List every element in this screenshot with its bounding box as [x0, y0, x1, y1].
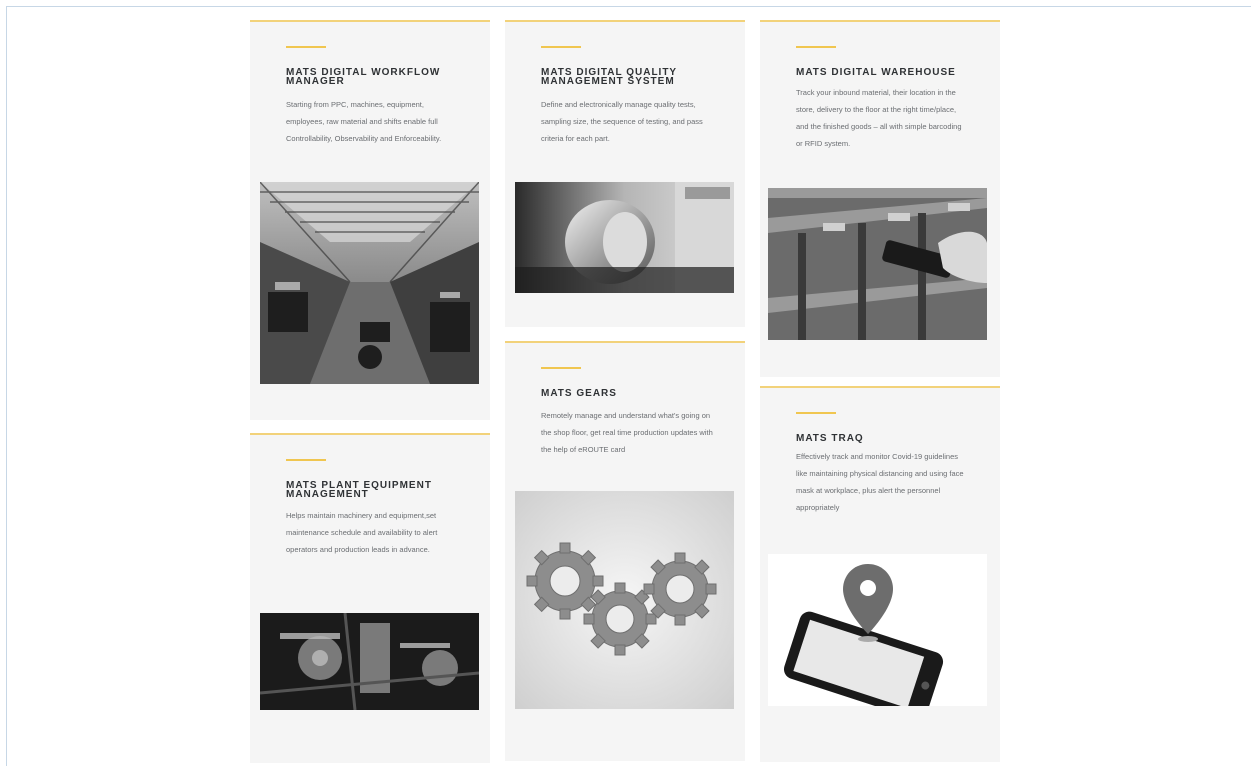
- card-description: Effectively track and monitor Covid-19 g…: [796, 452, 964, 512]
- card-accent-line: [796, 412, 836, 414]
- card-description: Starting from PPC, machines, equipment, …: [286, 100, 442, 143]
- card-digital-workflow-manager[interactable]: MATS DIGITAL WORKFLOW MANAGER Starting f…: [250, 20, 490, 420]
- card-title: MATS DIGITAL WAREHOUSE: [796, 67, 956, 78]
- factory-hall-image: [260, 182, 479, 384]
- machinery-closeup-image: [260, 613, 479, 710]
- card-digital-quality-management[interactable]: MATS DIGITAL QUALITY MANAGEMENT SYSTEM D…: [505, 20, 745, 327]
- card-title: MATS DIGITAL QUALITY MANAGEMENT SYSTEM: [541, 67, 677, 87]
- card-title: MATS DIGITAL WORKFLOW MANAGER: [286, 67, 441, 87]
- phone-location-pin-image: [768, 554, 987, 706]
- card-description: Remotely manage and understand what's go…: [541, 411, 713, 454]
- card-accent-line: [541, 46, 581, 48]
- card-accent-line: [541, 367, 581, 369]
- card-accent-line: [796, 46, 836, 48]
- card-accent-line: [286, 459, 326, 461]
- card-title: MATS TRAQ: [796, 433, 864, 444]
- card-plant-equipment-management[interactable]: MATS PLANT EQUIPMENT MANAGEMENT Helps ma…: [250, 433, 490, 763]
- card-traq[interactable]: MATS TRAQ Effectively track and monitor …: [760, 386, 1000, 762]
- card-description: Helps maintain machinery and equipment,s…: [286, 511, 438, 554]
- card-digital-warehouse[interactable]: MATS DIGITAL WAREHOUSE Track your inboun…: [760, 20, 1000, 377]
- gears-image: [515, 491, 734, 709]
- machined-ring-image: [515, 182, 734, 293]
- card-description: Define and electronically manage quality…: [541, 100, 703, 143]
- card-gears[interactable]: MATS GEARS Remotely manage and understan…: [505, 341, 745, 761]
- card-description: Track your inbound material, their locat…: [796, 88, 962, 148]
- card-title: MATS GEARS: [541, 388, 617, 399]
- barcode-scanner-shelves-image: [768, 188, 987, 340]
- card-title: MATS PLANT EQUIPMENT MANAGEMENT: [286, 480, 432, 500]
- card-accent-line: [286, 46, 326, 48]
